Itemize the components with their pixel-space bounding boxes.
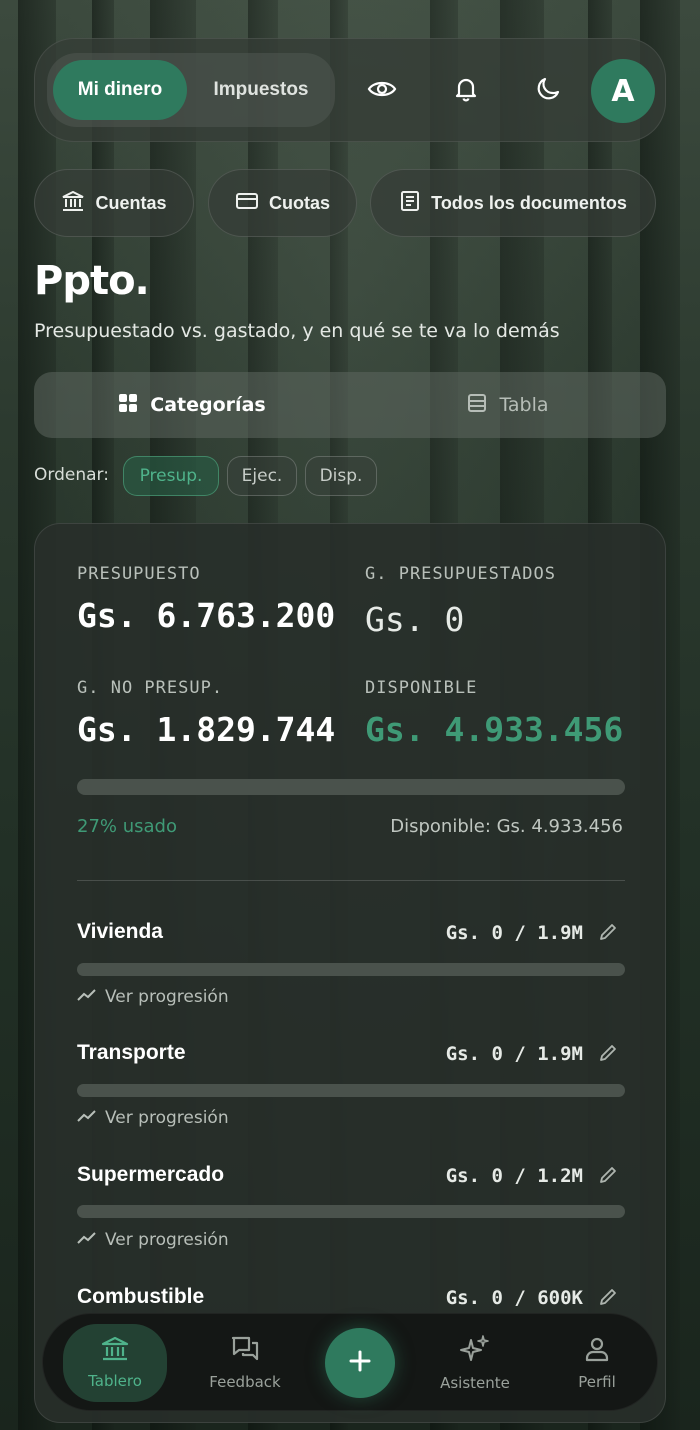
sort-chip-disp[interactable]: Disp.: [305, 456, 377, 496]
card-icon: [235, 191, 259, 216]
category-progress-bar: [77, 1205, 625, 1218]
nav-label: Perfil: [578, 1373, 616, 1391]
usage-progress-bar: [77, 779, 625, 795]
quick-link-label: Cuotas: [268, 192, 330, 213]
nav-label: Tablero: [88, 1372, 142, 1390]
person-icon: [583, 1335, 611, 1367]
category-progress-bar: [77, 963, 625, 976]
usage-percent: 27% usado: [77, 816, 177, 837]
tab-impuestos[interactable]: Impuestos: [197, 60, 325, 120]
pencil-icon[interactable]: [597, 1164, 621, 1188]
trend-icon: [77, 1230, 97, 1250]
add-button[interactable]: [325, 1328, 395, 1398]
category-amount: Gs. 0 / 600K: [445, 1287, 583, 1309]
sort-label: Ordenar:: [34, 465, 109, 485]
progression-label: Ver progresión: [105, 1108, 229, 1128]
budgeted-spent-value: Gs. 0: [365, 600, 465, 639]
budget-label: PRESUPUESTO: [77, 564, 201, 584]
quick-link-label: Todos los documentos: [431, 192, 627, 213]
quick-link-cuotas[interactable]: Cuotas: [208, 169, 357, 237]
top-bar: Mi dinero Impuestos A: [34, 38, 666, 142]
pencil-icon[interactable]: [597, 1042, 621, 1066]
bell-icon[interactable]: [446, 69, 486, 109]
plus-icon: [348, 1349, 372, 1377]
page-subtitle: Presupuestado vs. gastado, y en qué se t…: [34, 320, 560, 342]
avatar[interactable]: A: [591, 59, 655, 123]
budget-card: PRESUPUESTO Gs. 6.763.200 G. PRESUPUESTA…: [34, 523, 666, 1423]
category-name: Combustible: [77, 1285, 205, 1308]
available-label: DISPONIBLE: [365, 678, 478, 698]
category-progress-bar: [77, 1084, 625, 1097]
trend-icon: [77, 1108, 97, 1128]
progression-label: Ver progresión: [105, 987, 229, 1007]
grid-icon: [118, 393, 138, 418]
page-title: Ppto.: [34, 258, 150, 304]
category-amount: Gs. 0 / 1.2M: [445, 1165, 583, 1187]
sort-chip-presup[interactable]: Presup.: [123, 456, 219, 496]
progression-label: Ver progresión: [105, 1230, 229, 1250]
category-name: Transporte: [77, 1041, 186, 1064]
view-toggle: Categorías Tabla: [34, 372, 666, 438]
quick-link-label: Cuentas: [95, 192, 167, 213]
nav-label: Asistente: [440, 1374, 510, 1392]
table-icon: [467, 393, 487, 418]
pencil-icon[interactable]: [597, 1286, 621, 1310]
chat-icon: [230, 1335, 260, 1367]
nav-tablero[interactable]: Tablero: [63, 1324, 167, 1402]
nav-label: Feedback: [209, 1373, 281, 1391]
budget-value: Gs. 6.763.200: [77, 596, 336, 635]
trend-icon: [77, 987, 97, 1007]
divider: [77, 880, 625, 881]
eye-icon[interactable]: [362, 69, 402, 109]
bank-icon: [101, 1336, 129, 1366]
category-name: Vivienda: [77, 920, 163, 943]
section-switcher: Mi dinero Impuestos: [47, 53, 335, 127]
unbudgeted-value: Gs. 1.829.744: [77, 710, 336, 749]
nav-asistente[interactable]: Asistente: [423, 1324, 527, 1402]
category-amount: Gs. 0 / 1.9M: [445, 1043, 583, 1065]
category-progression-link[interactable]: Ver progresión: [77, 1230, 229, 1250]
unbudgeted-label: G. NO PRESUP.: [77, 678, 224, 698]
category-name: Supermercado: [77, 1163, 225, 1186]
tab-tabla[interactable]: Tabla: [350, 372, 666, 438]
tab-label: Tabla: [499, 394, 549, 416]
category-progression-link[interactable]: Ver progresión: [77, 1108, 229, 1128]
tab-categorias[interactable]: Categorías: [34, 372, 350, 438]
budgeted-spent-label: G. PRESUPUESTADOS: [365, 564, 556, 584]
available-value: Gs. 4.933.456: [365, 710, 624, 749]
nav-feedback[interactable]: Feedback: [193, 1324, 297, 1402]
bank-icon: [61, 190, 85, 217]
bottom-nav: Tablero Feedback Asistente Perfil: [42, 1313, 658, 1411]
tab-label: Categorías: [150, 394, 266, 416]
nav-perfil[interactable]: Perfil: [545, 1324, 649, 1402]
sparkle-icon: [459, 1334, 491, 1368]
quick-link-cuentas[interactable]: Cuentas: [34, 169, 194, 237]
sort-chip-ejec[interactable]: Ejec.: [227, 456, 297, 496]
category-progression-link[interactable]: Ver progresión: [77, 987, 229, 1007]
document-icon: [399, 190, 421, 217]
available-summary: Disponible: Gs. 4.933.456: [390, 816, 623, 837]
pencil-icon[interactable]: [597, 921, 621, 945]
moon-icon[interactable]: [528, 69, 568, 109]
quick-link-documentos[interactable]: Todos los documentos: [370, 169, 656, 237]
tab-mi-dinero[interactable]: Mi dinero: [53, 60, 187, 120]
category-amount: Gs. 0 / 1.9M: [445, 922, 583, 944]
